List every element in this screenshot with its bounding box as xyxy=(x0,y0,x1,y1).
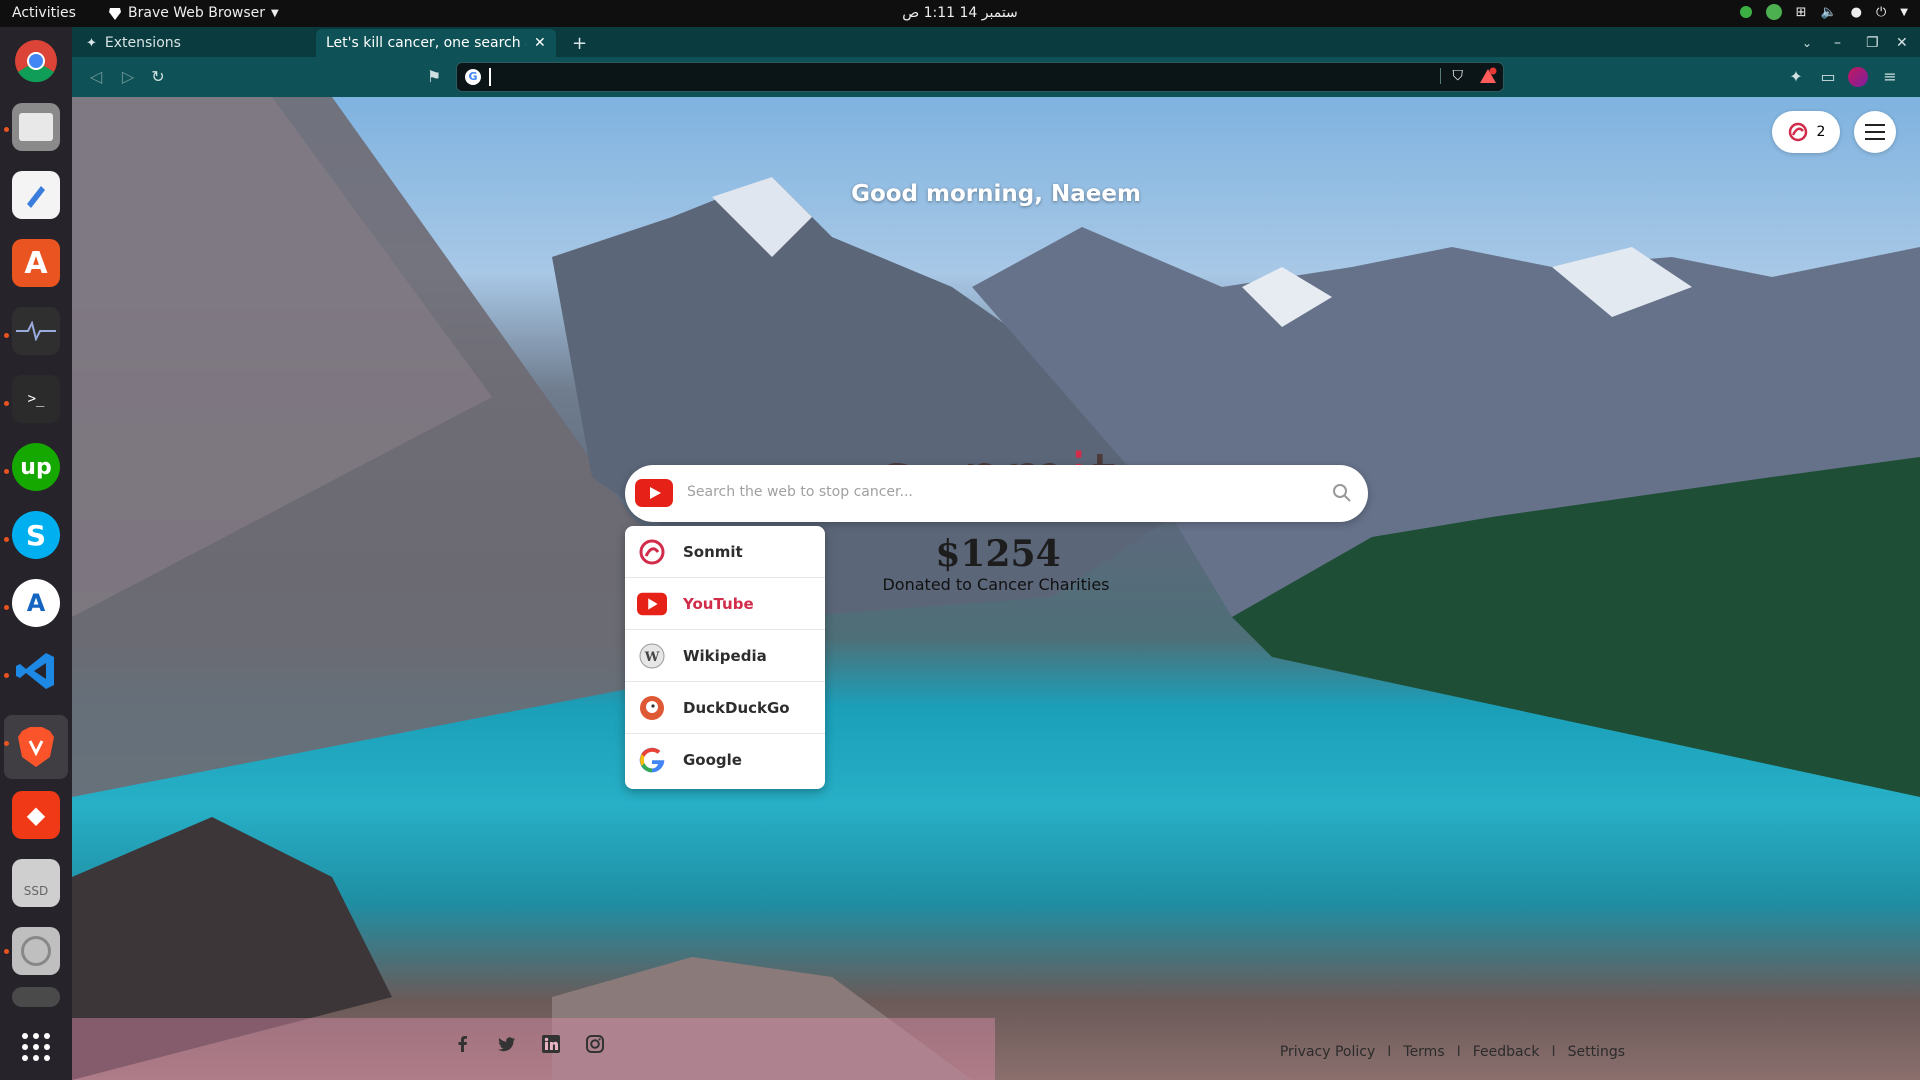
terminal-icon[interactable]: >_ xyxy=(12,375,60,423)
bookmark-icon[interactable]: ⚑ xyxy=(424,67,444,87)
network-icon[interactable]: ⊞ xyxy=(1796,5,1807,20)
browser-window: ✦ Extensions Let's kill cancer, one sear… xyxy=(72,27,1920,1080)
maximize-icon[interactable]: ❐ xyxy=(1856,29,1889,57)
tab-extensions[interactable]: ✦ Extensions xyxy=(76,29,314,57)
wallet-icon[interactable]: ▭ xyxy=(1818,67,1838,87)
donation-amount: $1254 xyxy=(935,533,1061,575)
check-shield-icon[interactable] xyxy=(1765,4,1782,20)
menu-icon xyxy=(1865,124,1885,140)
microphone-icon[interactable]: ● xyxy=(1851,5,1862,20)
link-separator: I xyxy=(1456,1044,1461,1060)
back-icon[interactable]: ◁ xyxy=(86,67,106,87)
settings-link[interactable]: Settings xyxy=(1568,1044,1625,1060)
close-icon[interactable]: ✕ xyxy=(534,35,546,51)
greeting: Good morning, Naeem xyxy=(851,181,1141,207)
address-bar[interactable]: G ⛉ xyxy=(456,62,1504,92)
vscode-icon[interactable] xyxy=(12,647,60,695)
feedback-link[interactable]: Feedback xyxy=(1473,1044,1540,1060)
skype-icon[interactable]: S xyxy=(12,511,60,559)
footer-social-bar xyxy=(72,1018,995,1080)
url-input[interactable] xyxy=(489,68,491,86)
files-icon[interactable] xyxy=(12,103,60,151)
sonmit-icon xyxy=(1788,122,1807,142)
hamburger-menu-button[interactable] xyxy=(1854,111,1896,153)
reload-icon[interactable]: ↻ xyxy=(148,67,168,87)
toolbar: ◁ ▷ ↻ ⚑ G ⛉ ✦ ▭ ≡ xyxy=(72,57,1920,97)
show-apps-icon[interactable] xyxy=(12,1023,60,1071)
status-green-icon[interactable] xyxy=(1739,6,1752,18)
youtube-icon xyxy=(635,479,673,507)
link-separator: I xyxy=(1551,1044,1556,1060)
window-close-icon[interactable]: ✕ xyxy=(1886,29,1918,57)
tab-sonmit[interactable]: Let's kill cancer, one search at ✕ xyxy=(316,29,556,57)
new-tab-button[interactable]: + xyxy=(562,29,597,57)
search-input[interactable]: Search the web to stop cancer... xyxy=(687,484,913,500)
dock: A >_ up S A ◆ SSD xyxy=(0,27,72,1080)
svg-text:W: W xyxy=(644,650,660,665)
engine-selector[interactable] xyxy=(635,479,673,507)
chrome-icon[interactable] xyxy=(12,37,60,85)
instagram-icon[interactable] xyxy=(586,1035,604,1053)
tab-label: Extensions xyxy=(104,35,181,51)
engine-label: Wikipedia xyxy=(683,646,767,665)
puzzle-icon: ✦ xyxy=(86,35,97,51)
link-separator: I xyxy=(1387,1044,1392,1060)
chevron-down-icon[interactable]: ▼ xyxy=(1900,7,1908,18)
search-box[interactable]: Search the web to stop cancer... xyxy=(625,465,1368,522)
privacy-policy-link[interactable]: Privacy Policy xyxy=(1280,1044,1375,1060)
engine-option-wikipedia[interactable]: W Wikipedia xyxy=(625,630,825,682)
new-tab-page: Good morning, Naeem snmit Search the web… xyxy=(72,97,1920,1080)
brave-shields-icon[interactable]: ⛉ xyxy=(1439,68,1463,84)
google-icon xyxy=(637,745,667,775)
main-menu-icon[interactable]: ≡ xyxy=(1880,67,1900,87)
app-store-icon[interactable]: A xyxy=(12,239,60,287)
tab-label: Let's kill cancer, one search at xyxy=(326,35,526,51)
linkedin-icon[interactable] xyxy=(542,1035,560,1053)
plus-icon: + xyxy=(572,32,588,54)
engine-option-duckduckgo[interactable]: DuckDuckGo xyxy=(625,682,825,734)
counter-value: 2 xyxy=(1816,124,1826,140)
terms-link[interactable]: Terms xyxy=(1403,1044,1444,1060)
system-tray[interactable]: ⊞ 🔈 ● ⏻ ▼ xyxy=(1739,4,1908,20)
ssd-drive-icon[interactable]: SSD xyxy=(12,859,60,907)
profile-avatar[interactable] xyxy=(1848,67,1868,87)
wikipedia-icon: W xyxy=(637,641,667,671)
engine-label: YouTube xyxy=(683,594,754,613)
text-editor-icon[interactable] xyxy=(12,171,60,219)
engine-label: DuckDuckGo xyxy=(683,698,790,717)
facebook-icon[interactable] xyxy=(454,1035,472,1053)
power-icon[interactable]: ⏻ xyxy=(1876,5,1886,20)
anydesk-remote-icon[interactable]: ◆ xyxy=(12,791,60,839)
rewards-icon[interactable] xyxy=(1479,67,1497,85)
tab-strip: ✦ Extensions Let's kill cancer, one sear… xyxy=(72,27,1920,57)
clock[interactable]: ستمبر 14 1:11 ص xyxy=(0,5,1920,21)
brave-icon[interactable] xyxy=(12,723,60,771)
search-icon[interactable] xyxy=(1332,483,1352,503)
twitter-icon[interactable] xyxy=(498,1035,516,1053)
upwork-icon[interactable]: up xyxy=(12,443,60,491)
system-top-bar: Activities Brave Web Browser ▼ ستمبر 14 … xyxy=(0,0,1920,27)
extensions-icon[interactable]: ✦ xyxy=(1786,67,1806,87)
engine-option-google[interactable]: Google xyxy=(625,734,825,786)
volume-icon[interactable]: 🔈 xyxy=(1820,5,1836,20)
drive-icon[interactable] xyxy=(12,987,60,1007)
system-monitor-icon[interactable] xyxy=(12,307,60,355)
search-counter-badge[interactable]: 2 xyxy=(1772,111,1840,153)
footer-links: Privacy Policy I Terms I Feedback I Sett… xyxy=(1280,1044,1625,1060)
duckduckgo-icon xyxy=(637,693,667,723)
google-icon: G xyxy=(465,69,481,85)
anydesk-icon[interactable]: A xyxy=(12,579,60,627)
engine-label: Google xyxy=(683,751,742,769)
forward-icon[interactable]: ▷ xyxy=(118,67,138,87)
donation-label: Donated to Cancer Charities xyxy=(882,575,1110,594)
tab-search-icon[interactable]: ⌄ xyxy=(1792,29,1822,57)
minimize-icon[interactable]: – xyxy=(1824,29,1851,57)
disk-icon[interactable] xyxy=(12,927,60,975)
